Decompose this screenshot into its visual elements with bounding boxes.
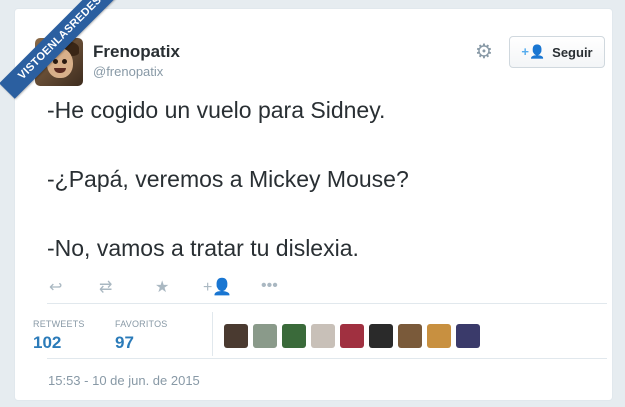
avatar-mouth: [54, 68, 66, 73]
stats-divider: [212, 312, 213, 356]
follow-icon[interactable]: +👤: [203, 277, 232, 297]
favoriter-avatar[interactable]: [282, 324, 306, 348]
favoriter-avatar[interactable]: [253, 324, 277, 348]
add-user-icon: +👤: [521, 44, 546, 59]
user-name[interactable]: Frenopatix: [93, 42, 180, 62]
avatar-eye: [62, 59, 67, 64]
tweet-line: -He cogido un vuelo para Sidney.: [47, 97, 386, 123]
tweet-card: VISTOENLASREDES Frenopatix @frenopatix ⚙…: [0, 0, 613, 401]
favorites-label: FAVORITOS: [115, 319, 168, 329]
retweets-stat[interactable]: RETWEETS 102: [33, 319, 85, 353]
favoriter-avatar[interactable]: [224, 324, 248, 348]
retweet-icon[interactable]: ⇄: [99, 277, 112, 297]
divider: [47, 358, 607, 359]
favorites-count: 97: [115, 333, 134, 352]
tweet-line: -¿Papá, veremos a Mickey Mouse?: [47, 166, 409, 192]
favorites-stat[interactable]: FAVORITOS 97: [115, 319, 167, 353]
tweet-line: -No, vamos a tratar tu dislexia.: [47, 235, 359, 261]
favorite-icon[interactable]: ★: [155, 277, 169, 297]
timestamp[interactable]: 15:53 - 10 de jun. de 2015: [48, 373, 200, 388]
reply-icon[interactable]: ↩: [49, 277, 62, 297]
follow-button[interactable]: +👤 Seguir: [509, 36, 605, 68]
gear-icon[interactable]: ⚙: [475, 42, 493, 62]
tweet-text: -He cogido un vuelo para Sidney. -¿Papá,…: [47, 97, 587, 304]
divider: [47, 303, 607, 304]
favoriter-avatar[interactable]: [427, 324, 451, 348]
favoriter-avatar[interactable]: [311, 324, 335, 348]
retweets-count: 102: [33, 333, 62, 352]
favoriter-avatar[interactable]: [340, 324, 364, 348]
user-handle[interactable]: @frenopatix: [93, 64, 163, 79]
retweets-label: RETWEETS: [33, 319, 85, 329]
favoriter-avatar[interactable]: [456, 324, 480, 348]
favoriters-list: [224, 324, 480, 348]
favoriter-avatar[interactable]: [369, 324, 393, 348]
favoriter-avatar[interactable]: [398, 324, 422, 348]
follow-label: Seguir: [552, 44, 593, 60]
more-icon[interactable]: •••: [261, 277, 278, 295]
